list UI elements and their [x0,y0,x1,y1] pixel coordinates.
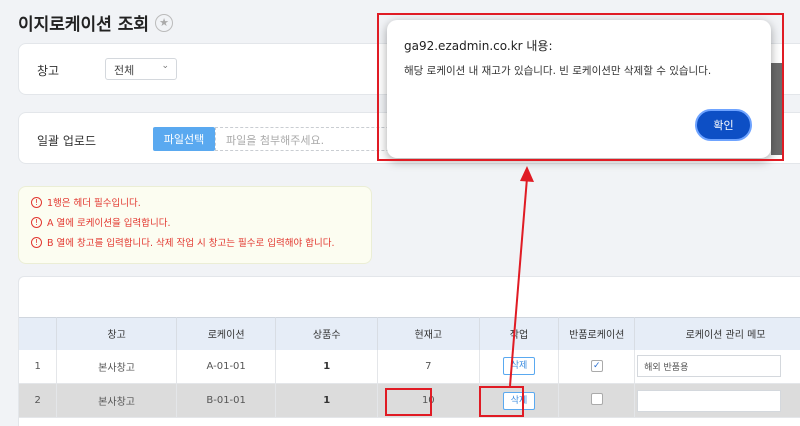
arrow-line [509,177,528,387]
arrow-head [520,166,534,182]
annotation-arrow [509,166,534,387]
